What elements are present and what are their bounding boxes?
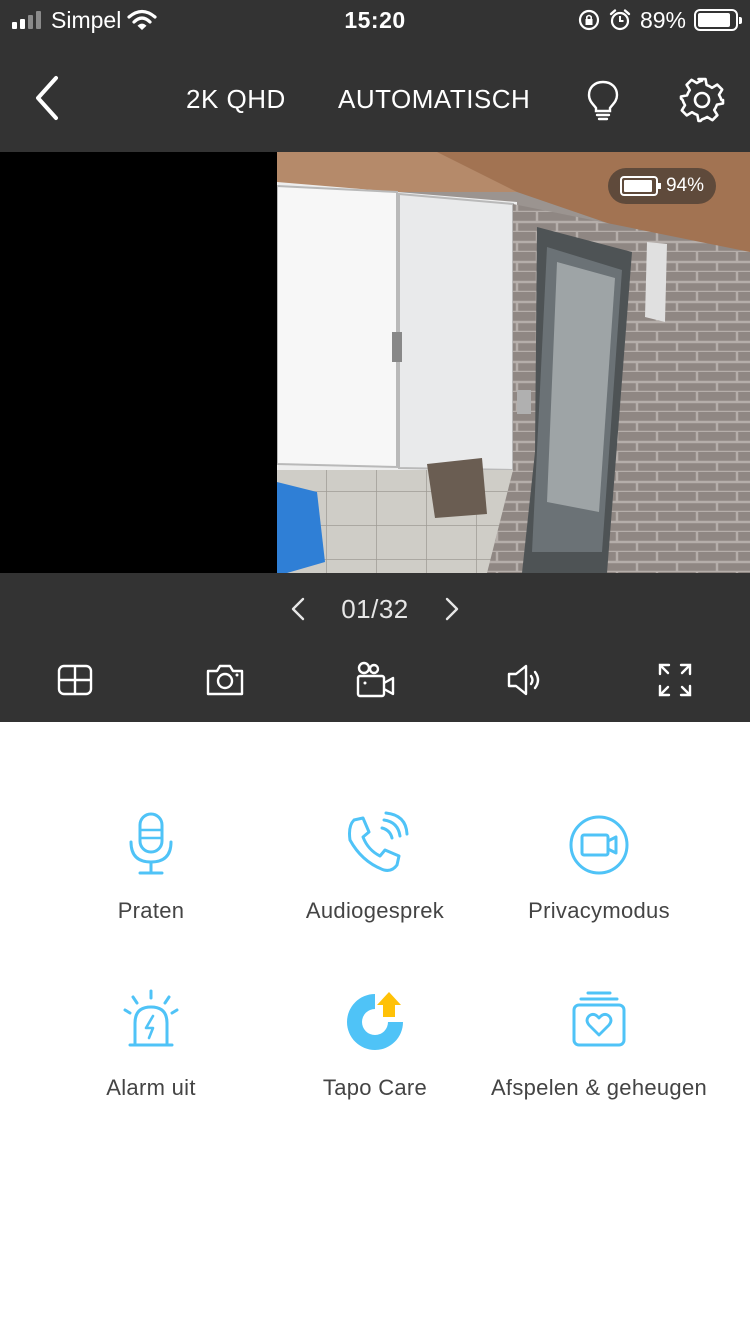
navigation-bar: 2K QHD AUTOMATISCH [0,58,750,144]
lightbulb-icon[interactable] [584,78,622,122]
feature-label: Privacymodus [528,898,670,923]
camera-feed-image [277,152,750,573]
privacy-camera-icon [569,815,629,875]
feature-grid: Praten Audiogesprek Privacymodus Alarm u… [0,722,750,1334]
phone-call-icon [348,811,409,872]
back-chevron-icon[interactable] [26,72,70,128]
alarm-clock-icon [609,9,631,31]
camera-pager: 01/32 [0,591,750,627]
feature-alarm-off[interactable]: Alarm uit [36,987,266,1102]
gear-icon[interactable] [678,76,726,124]
grid-layout-icon[interactable] [54,659,96,701]
camera-live-view[interactable]: 94% [0,152,750,573]
feature-label: Tapo Care [322,1075,428,1100]
feature-label: Afspelen & geheugen [490,1075,708,1100]
feature-talk[interactable]: Praten [36,810,266,925]
fullscreen-icon[interactable] [654,659,696,701]
playback-memory-icon [572,991,626,1047]
tapo-care-icon [347,992,403,1050]
orientation-lock-icon [578,9,600,31]
feature-privacy-mode[interactable]: Privacymodus [484,810,714,925]
camera-battery-badge: 94% [607,168,716,204]
feature-playback-memory[interactable]: Afspelen & geheugen [484,987,714,1102]
previous-camera-icon[interactable] [285,593,313,625]
status-bar: Simpel 15:20 89% [0,0,750,40]
feature-audio-call[interactable]: Audiogesprek [260,810,490,925]
camera-battery-icon [619,176,661,196]
battery-percent: 89% [639,6,686,33]
live-view-controls: 01/32 [0,573,750,722]
next-camera-icon[interactable] [437,593,465,625]
video-record-icon[interactable] [354,659,396,701]
camera-battery-percent: 94% [665,175,704,196]
mode-button[interactable]: AUTOMATISCH [338,84,530,115]
resolution-button[interactable]: 2K QHD [186,84,286,115]
feature-label: Audiogesprek [305,898,445,923]
live-view-toolbar [0,659,750,701]
battery-icon [694,9,742,31]
microphone-icon [129,812,173,875]
camera-snapshot-icon[interactable] [204,659,246,701]
top-bar: Simpel 15:20 89% 2K QHD AUTOMATISCH [0,0,750,152]
feature-label: Alarm uit [106,1075,196,1100]
page-indicator: 01/32 [341,593,409,624]
feature-tapo-care[interactable]: Tapo Care [260,987,490,1102]
status-right: 89% [578,6,742,33]
speaker-icon[interactable] [504,659,546,701]
alarm-siren-icon [123,989,179,1047]
feature-label: Praten [117,898,185,923]
